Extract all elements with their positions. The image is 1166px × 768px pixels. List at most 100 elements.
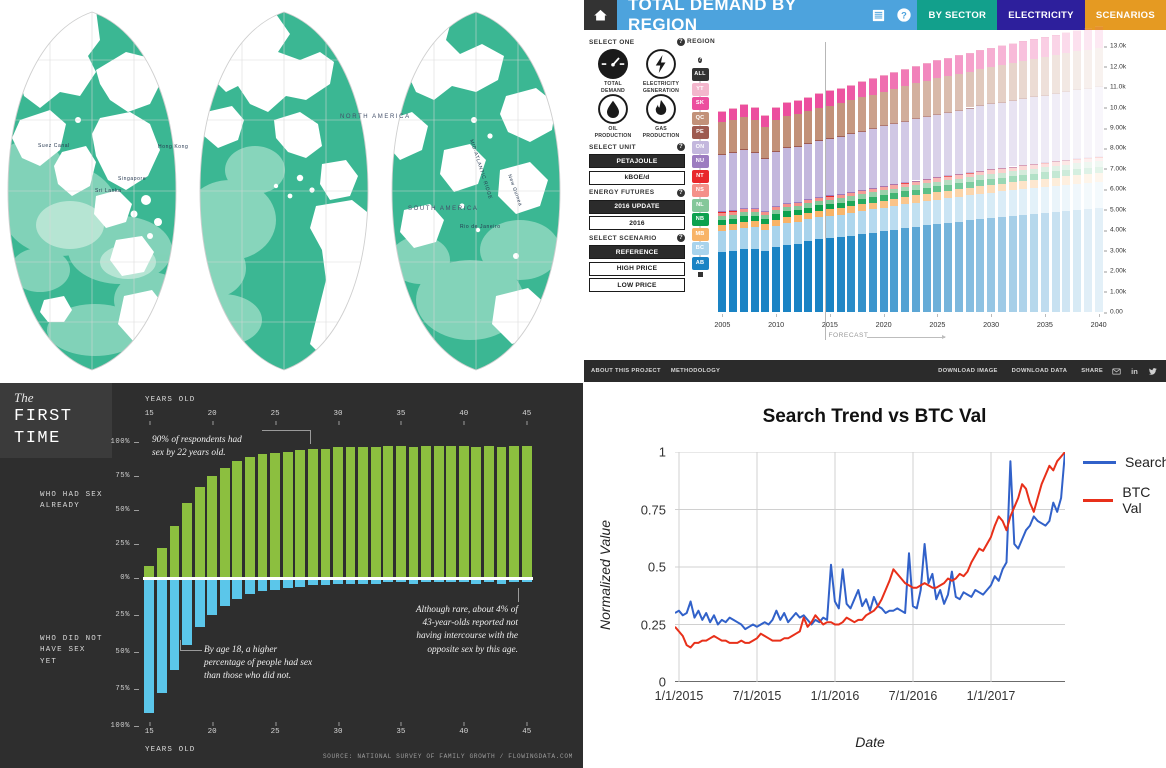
first-time-bar-had-sex (194, 486, 205, 578)
unit-option-1[interactable]: kBOE/d (589, 170, 685, 185)
region-chip-nt[interactable]: NT (691, 169, 709, 183)
energy-bar-column[interactable] (750, 36, 759, 312)
mail-icon[interactable] (1112, 367, 1121, 376)
select-one-option-total[interactable]: TOTAL DEMAND (589, 49, 637, 94)
region-chip-ab[interactable]: AB (691, 256, 709, 270)
help-icon-select-scenario[interactable]: ? (677, 234, 685, 242)
energy-bar-column[interactable] (911, 36, 920, 312)
nav-by-sector[interactable]: BY SECTOR (917, 0, 998, 30)
linkedin-icon[interactable]: in (1130, 367, 1139, 376)
region-chip-qc[interactable]: QC (691, 111, 709, 125)
energy-bar-column[interactable] (804, 36, 813, 312)
footer-download-image-link[interactable]: DOWNLOAD IMAGE (938, 368, 998, 374)
first-time-y-tick: 75% (92, 685, 139, 693)
energy-bar-column[interactable] (718, 36, 727, 312)
btc-legend-item[interactable]: BTC Val (1083, 484, 1166, 516)
region-chip-bc[interactable]: BC (691, 242, 709, 255)
energy-bar-column[interactable] (954, 36, 963, 312)
energy-bar-column[interactable] (1062, 32, 1071, 312)
energy-bar-column[interactable] (858, 36, 867, 312)
btc-y-tick: 0.5 (647, 559, 666, 575)
footer-about-link[interactable]: ABOUT THIS PROJECT (591, 368, 661, 374)
region-chip-on[interactable]: ON (691, 140, 709, 154)
energy-bar-column[interactable] (1094, 26, 1103, 312)
energy-bar-segment (1030, 188, 1039, 214)
help-icon-select-unit[interactable]: ? (677, 143, 685, 151)
energy-bar-column[interactable] (976, 36, 985, 312)
btc-series-line (675, 452, 1065, 631)
btc-legend-item[interactable]: Search (1083, 454, 1166, 470)
energy-bar-column[interactable] (1030, 36, 1039, 312)
energy-bar-column[interactable] (815, 36, 824, 312)
energy-bar-column[interactable] (1073, 30, 1082, 312)
region-chip-sk[interactable]: SK (691, 97, 709, 110)
energy-bar-column[interactable] (739, 36, 748, 312)
scenario-option-1[interactable]: HIGH PRICE (589, 261, 685, 276)
energy-bar-segment (1083, 157, 1092, 159)
energy-bar-segment (987, 178, 996, 185)
region-chip-pe[interactable]: PE (691, 126, 709, 139)
energy-bar-segment (858, 130, 867, 132)
scenario-option-2[interactable]: LOW PRICE (589, 278, 685, 292)
energy-bar-segment (761, 230, 770, 251)
energy-bar-column[interactable] (761, 36, 770, 312)
footer-methodology-link[interactable]: METHODOLOGY (671, 368, 720, 374)
energy-bar-column[interactable] (922, 36, 931, 312)
help-icon-region[interactable]: ? (698, 57, 702, 63)
scenario-option-0[interactable]: REFERENCE (589, 245, 685, 259)
energy-bar-column[interactable] (868, 36, 877, 312)
help-icon-select-one[interactable]: ? (677, 38, 685, 46)
energy-bar-segment (1051, 171, 1060, 178)
energy-bar-column[interactable] (772, 36, 781, 312)
energy-bar-segment (1030, 39, 1039, 60)
region-chip-mb[interactable]: MB (691, 227, 709, 241)
unit-option-0[interactable]: PETAJOULE (589, 154, 685, 168)
nav-electricity[interactable]: ELECTRICITY (997, 0, 1085, 30)
energy-bar-column[interactable] (847, 36, 856, 312)
energy-bar-segment (793, 210, 802, 216)
energy-bar-segment (750, 119, 759, 152)
energy-bar-column[interactable] (1083, 28, 1092, 312)
region-chip-all[interactable]: ALL (691, 68, 709, 81)
help-icon[interactable]: ? (891, 0, 917, 30)
energy-bar-column[interactable] (793, 36, 802, 312)
energy-bar-column[interactable] (782, 36, 791, 312)
select-one-option-electricity[interactable]: ELECTRICITY GENERATION (637, 49, 685, 94)
region-chip-nb[interactable]: NB (691, 213, 709, 226)
energy-bar-segment (944, 222, 953, 312)
region-chip-yt[interactable]: YT (691, 82, 709, 96)
energy-bar-column[interactable] (1051, 34, 1060, 312)
energy-bar-column[interactable] (965, 36, 974, 312)
futures-option-1[interactable]: 2016 (589, 216, 685, 230)
select-one-option-oil[interactable]: OIL PRODUCTION (589, 94, 637, 139)
energy-bar-column[interactable] (1008, 36, 1017, 312)
list-icon[interactable] (866, 0, 891, 30)
energy-bar-segment (933, 192, 942, 200)
energy-bar-column[interactable] (729, 36, 738, 312)
home-icon[interactable] (583, 0, 617, 30)
region-chip-nu[interactable]: NU (691, 155, 709, 168)
footer-download-data-link[interactable]: DOWNLOAD DATA (1012, 368, 1068, 374)
energy-bar-column[interactable] (825, 36, 834, 312)
bolt-icon (646, 49, 676, 79)
energy-bar-column[interactable] (901, 36, 910, 312)
energy-bar-column[interactable] (997, 36, 1006, 312)
region-chip-nl[interactable]: NL (691, 198, 709, 212)
first-time-bar-no-sex (144, 578, 155, 713)
futures-option-0[interactable]: 2016 UPDATE (589, 199, 685, 214)
energy-bar-column[interactable] (836, 36, 845, 312)
energy-bar-column[interactable] (890, 36, 899, 312)
energy-bar-segment (976, 175, 985, 181)
help-icon-energy-futures[interactable]: ? (677, 188, 685, 197)
energy-bar-column[interactable] (987, 36, 996, 312)
energy-bar-column[interactable] (933, 36, 942, 312)
energy-bar-column[interactable] (944, 36, 953, 312)
energy-bar-column[interactable] (1019, 36, 1028, 312)
energy-bar-segment (750, 248, 759, 312)
energy-bar-column[interactable] (879, 36, 888, 312)
select-one-option-gas[interactable]: GAS PRODUCTION (637, 94, 685, 139)
energy-bar-column[interactable] (1040, 36, 1049, 312)
region-chip-ns[interactable]: NS (691, 184, 709, 197)
twitter-icon[interactable] (1148, 367, 1158, 376)
energy-bar-segment (1019, 41, 1028, 61)
